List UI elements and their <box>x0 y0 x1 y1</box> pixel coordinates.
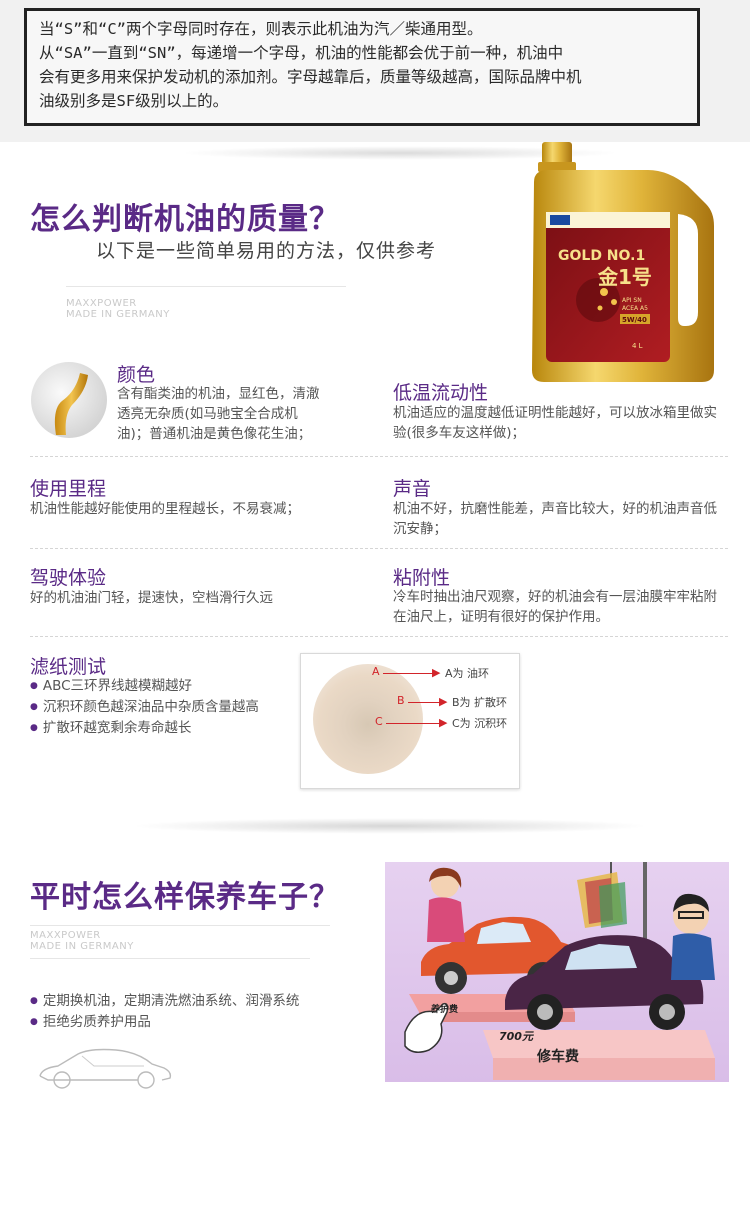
row-divider <box>30 636 728 637</box>
maintenance-cost-tag: 养护费 <box>431 1005 459 1015</box>
method-text-adhesion: 冷车时抽出油尺观察，好的机油会有一层油膜牢牢粘附在油尺上，证明有很好的保护作用。 <box>393 589 717 625</box>
ring-label-c: C为 沉积环 <box>452 717 508 730</box>
ring-label-b: B为 扩散环 <box>452 696 508 709</box>
list-item: 定期换机油，定期清洗燃油系统、润滑系统 <box>30 991 370 1012</box>
faint-rule <box>30 958 310 959</box>
filter-paper-disc <box>313 664 423 774</box>
note-line: 从“SA”一直到“SN”，每递增一个字母，机油的性能都会优于前一种，机油中 <box>39 44 564 62</box>
ring-letter-c: C <box>375 715 383 728</box>
note-line: 会有更多用来保护发动机的添加剂。字母越靠后，质量等级越高，国际品牌中机 <box>39 68 582 86</box>
repair-cost-tag: 修车费 <box>537 1049 579 1065</box>
method-title-driving: 驾驶体验 <box>30 567 107 589</box>
oil-grade-note: 当“S”和“C”两个字母同时存在，则表示此机油为汽／柴通用型。 从“SA”一直到… <box>24 8 700 126</box>
note-line: 当“S”和“C”两个字母同时存在，则表示此机油为汽／柴通用型。 <box>39 20 483 38</box>
method-text-driving: 好的机油油门轻，提速快，空档滑行久远 <box>30 590 273 606</box>
ring-pointer-a <box>383 673 435 674</box>
faint-brand-text: MAXXPOWER MADE IN GERMANY <box>30 930 134 952</box>
quality-section-title: 怎么判断机油的质量？ <box>30 202 340 237</box>
bottle-name-cn: 金1号 <box>597 265 652 289</box>
ring-pointer-b <box>408 702 442 703</box>
method-title-cold-flow: 低温流动性 <box>393 382 489 404</box>
method-title-color: 颜色 <box>117 364 156 386</box>
filter-paper-figure: A ▶ A为 油环 B ▶ B为 扩散环 C ▶ C为 沉积环 <box>300 653 520 789</box>
note-line: 油级别多是SF级别以上的。 <box>39 92 229 110</box>
method-text-sound: 机油不好，抗磨性能差，声音比较大，好的机油声音低沉安静； <box>393 501 717 537</box>
row-divider <box>30 456 728 457</box>
car-sketch-icon <box>34 1046 174 1090</box>
maintenance-section-title: 平时怎么样保养车子？ <box>30 880 340 915</box>
divider-shadow <box>130 818 650 834</box>
bottle-volume: 4 L <box>632 342 643 350</box>
method-title-adhesion: 粘附性 <box>393 567 451 589</box>
method-title-sound: 声音 <box>393 478 432 500</box>
ring-letter-a: A <box>372 665 380 678</box>
method-title-mileage: 使用里程 <box>30 478 107 500</box>
bottle-spec-2: ACEA A5 <box>622 305 648 312</box>
price-tag: 700元 <box>499 1030 533 1043</box>
oil-pour-image <box>30 361 108 439</box>
maintenance-list: 定期换机油，定期清洗燃油系统、润滑系统 拒绝劣质养护用品 <box>30 991 370 1033</box>
maintenance-cartoon: 养护费 700元 修车费 <box>385 862 729 1082</box>
bottle-brand-line: GOLD NO.1 <box>558 248 645 264</box>
faint-rule <box>66 286 346 287</box>
bottle-spec-1: API SN <box>622 297 642 304</box>
filter-test-title: 滤纸测试 <box>30 656 107 678</box>
bottle-grade: 5W/40 <box>622 316 647 324</box>
faint-brand-text: MAXXPOWER MADE IN GERMANY <box>66 298 170 320</box>
ring-letter-b: B <box>397 694 405 707</box>
faint-rule <box>30 925 330 926</box>
row-divider <box>30 548 728 549</box>
quality-section-subtitle: 以下是一些简单易用的方法，仅供参考 <box>96 240 437 262</box>
list-item: ABC三环界线越模糊越好 <box>30 676 290 697</box>
list-item: 沉积环颜色越深油品中杂质含量越高 <box>30 697 290 718</box>
method-text-mileage: 机油性能越好能使用的里程越长，不易衰减； <box>30 501 300 517</box>
oil-bottle-image: GOLD NO.1 金1号 API SN ACEA A5 5W/40 4 L <box>528 142 718 387</box>
list-item: 扩散环越宽剩余寿命越长 <box>30 718 290 739</box>
method-text-cold-flow: 机油适应的温度越低证明性能越好，可以放冰箱里做实验(很多车友这样做)； <box>393 405 717 441</box>
list-item: 拒绝劣质养护用品 <box>30 1012 370 1033</box>
filter-test-list: ABC三环界线越模糊越好 沉积环颜色越深油品中杂质含量越高 扩散环越宽剩余寿命越… <box>30 676 290 739</box>
method-text-color: 含有酯类油的机油，显红色，清澈透亮无杂质(如马驰宝全合成机油)；普通机油是黄色像… <box>117 386 320 442</box>
ring-pointer-c <box>386 723 442 724</box>
ring-label-a: A为 油环 <box>445 667 490 680</box>
